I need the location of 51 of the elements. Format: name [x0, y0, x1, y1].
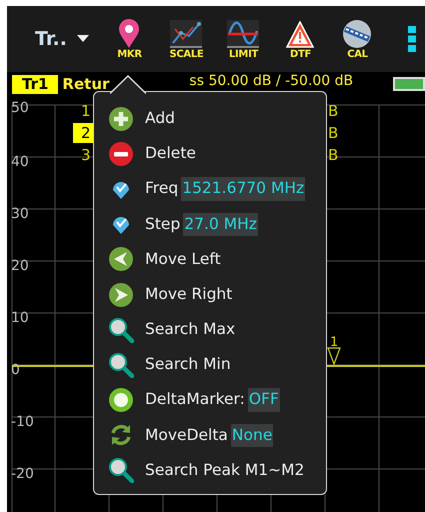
y-axis-label: -10 [11, 414, 34, 430]
menu-item[interactable]: Add [94, 101, 326, 136]
trace-label: Tr1 [12, 74, 58, 94]
menu-item[interactable]: Delete [94, 136, 326, 172]
marker-number: 2 [81, 124, 91, 142]
menu-item[interactable]: MoveDelta None [94, 418, 326, 453]
marker-number: 1 [81, 102, 91, 120]
magnifier-icon [108, 352, 134, 378]
map-pin-icon [118, 19, 140, 49]
y-axis-label: 0 [11, 362, 20, 378]
scatter-plot-icon [169, 19, 204, 49]
marker-number: 3 [81, 146, 91, 164]
radio-dot-icon [108, 387, 134, 414]
marker-tool-button[interactable]: MKR [100, 18, 158, 60]
marker-unit: B [328, 124, 338, 142]
magnifier-icon [108, 316, 134, 343]
marker-unit: B [328, 102, 338, 120]
y-axis-label: 50 [11, 100, 29, 116]
y-axis-label: 30 [11, 206, 29, 222]
menu-item[interactable]: Search Min [94, 347, 326, 382]
plus-icon [108, 106, 134, 132]
warning-icon [286, 21, 314, 49]
limit-tool-button[interactable]: LIMIT [214, 18, 272, 60]
trace-selector[interactable]: Tr.. [35, 24, 89, 54]
menu-item[interactable]: Move Right [94, 276, 326, 312]
sine-wave-icon [226, 19, 260, 49]
minus-icon [108, 140, 134, 167]
dropdown-caret-icon [76, 35, 89, 43]
y-axis-label: 40 [11, 154, 29, 170]
marker-label: 1 [330, 335, 338, 350]
menu-item[interactable]: Search Peak M1~M2 [94, 452, 326, 488]
trace-title: Retur [62, 74, 110, 94]
kebab-menu-icon [408, 26, 416, 52]
cal-tool-button[interactable]: CAL [328, 18, 386, 60]
magnifier-icon [108, 457, 134, 484]
menu-item[interactable]: Search Max [94, 312, 326, 348]
dtf-tool-button[interactable]: DTF [272, 18, 329, 60]
battery-indicator [393, 77, 425, 91]
y-axis-label: 10 [11, 310, 29, 326]
marker-unit: B [328, 146, 338, 164]
y-axis-label: 20 [11, 258, 29, 274]
menu-item[interactable]: Freq 1521.6770 MHz [94, 171, 326, 207]
calibration-kit-icon [341, 19, 374, 49]
trace-scale: ss 50.00 dB / -50.00 dB [189, 73, 354, 89]
more-menu-button[interactable] [408, 26, 416, 52]
scale-tool-button[interactable]: SCALE [158, 18, 215, 60]
menu-item[interactable]: DeltaMarker: OFF [94, 382, 326, 418]
menu-item[interactable]: Step 27.0 MHz [94, 206, 326, 242]
y-axis-label: -20 [11, 466, 34, 482]
marker-triangle-icon [327, 347, 341, 366]
menu-item[interactable]: Move Left [94, 242, 326, 277]
